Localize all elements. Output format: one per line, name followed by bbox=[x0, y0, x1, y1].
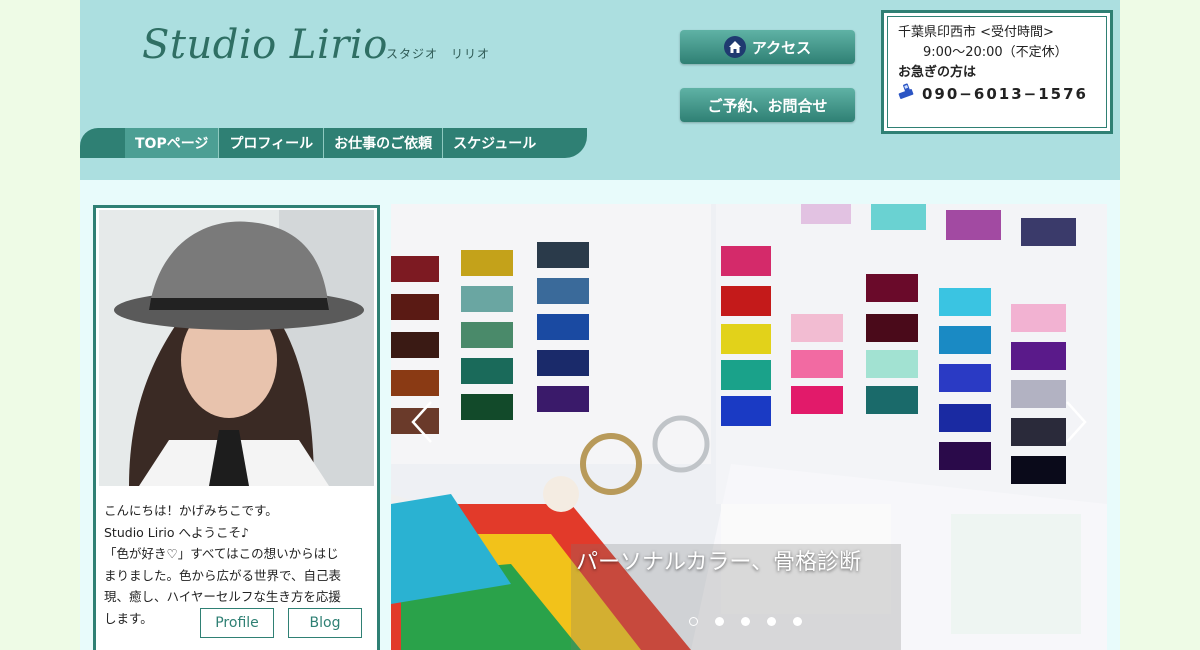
slider-dot[interactable] bbox=[767, 617, 776, 626]
home-icon bbox=[723, 36, 746, 58]
profile-photo bbox=[99, 210, 374, 486]
access-button-label: アクセス bbox=[751, 38, 812, 57]
reserve-contact-button[interactable]: ご予約、お問合せ bbox=[680, 88, 855, 122]
nav-item-schedule[interactable]: スケジュール bbox=[443, 128, 546, 158]
profile-line: Studio Lirio へようこそ♪ bbox=[104, 524, 249, 540]
profile-card: こんにちは！かげみちこです。 Studio Lirio へようこそ♪ 「色が好き… bbox=[93, 205, 380, 650]
profile-button[interactable]: Profile bbox=[200, 608, 274, 638]
reserve-contact-button-label: ご予約、お問合せ bbox=[707, 96, 828, 115]
info-hours: 9:00～20:00（不定休） bbox=[923, 45, 1068, 60]
site-logo-kana: スタジオ リリオ bbox=[386, 47, 491, 61]
slider-pagination bbox=[689, 617, 802, 626]
nav-item-profile[interactable]: プロフィール bbox=[219, 128, 325, 158]
main-nav: TOPページ プロフィール お仕事のご依頼 スケジュール bbox=[80, 128, 587, 158]
profile-line: 現、癒し、ハイヤーセルフな生き方を応援 bbox=[104, 589, 341, 604]
nav-item-work-request[interactable]: お仕事のご依頼 bbox=[324, 128, 444, 158]
blog-button[interactable]: Blog bbox=[288, 608, 362, 638]
site-logo[interactable]: Studio Lirio bbox=[142, 22, 388, 68]
slide-image bbox=[391, 204, 1107, 650]
chevron-left-icon[interactable] bbox=[409, 400, 435, 448]
profile-line: 「色が好き♡」すべてはこの想いからはじ bbox=[104, 546, 339, 561]
slider-dot[interactable] bbox=[793, 617, 802, 626]
profile-line: こんにちは！かげみちこです。 bbox=[104, 503, 278, 518]
info-urgent: お急ぎの方は bbox=[898, 65, 977, 80]
phone-number[interactable]: 090−6013−1576 bbox=[898, 83, 1096, 104]
phone-number-text: 090−6013−1576 bbox=[922, 84, 1088, 103]
hero-slider: パーソナルカラー、骨格診断 bbox=[391, 204, 1107, 650]
slider-dot[interactable] bbox=[715, 617, 724, 626]
access-button[interactable]: アクセス bbox=[680, 30, 855, 64]
slider-dot[interactable] bbox=[689, 617, 698, 626]
contact-info-box: 千葉県印西市 <受付時間> 9:00～20:00（不定休） お急ぎの方は 090… bbox=[881, 10, 1113, 134]
mobile-phone-icon bbox=[898, 83, 916, 104]
site-header: Studio Lirio スタジオ リリオ アクセス ご予約、お問合せ 千葉県印… bbox=[80, 0, 1120, 180]
page: Studio Lirio スタジオ リリオ アクセス ご予約、お問合せ 千葉県印… bbox=[80, 0, 1120, 650]
slide-caption: パーソナルカラー、骨格診断 bbox=[576, 550, 862, 575]
chevron-right-icon[interactable] bbox=[1063, 400, 1089, 448]
nav-item-top[interactable]: TOPページ bbox=[125, 128, 220, 158]
info-location: 千葉県印西市 <受付時間> bbox=[898, 25, 1054, 40]
profile-line: まりました。色から広がる世界で、自己表 bbox=[104, 567, 342, 583]
slider-dot[interactable] bbox=[741, 617, 750, 626]
